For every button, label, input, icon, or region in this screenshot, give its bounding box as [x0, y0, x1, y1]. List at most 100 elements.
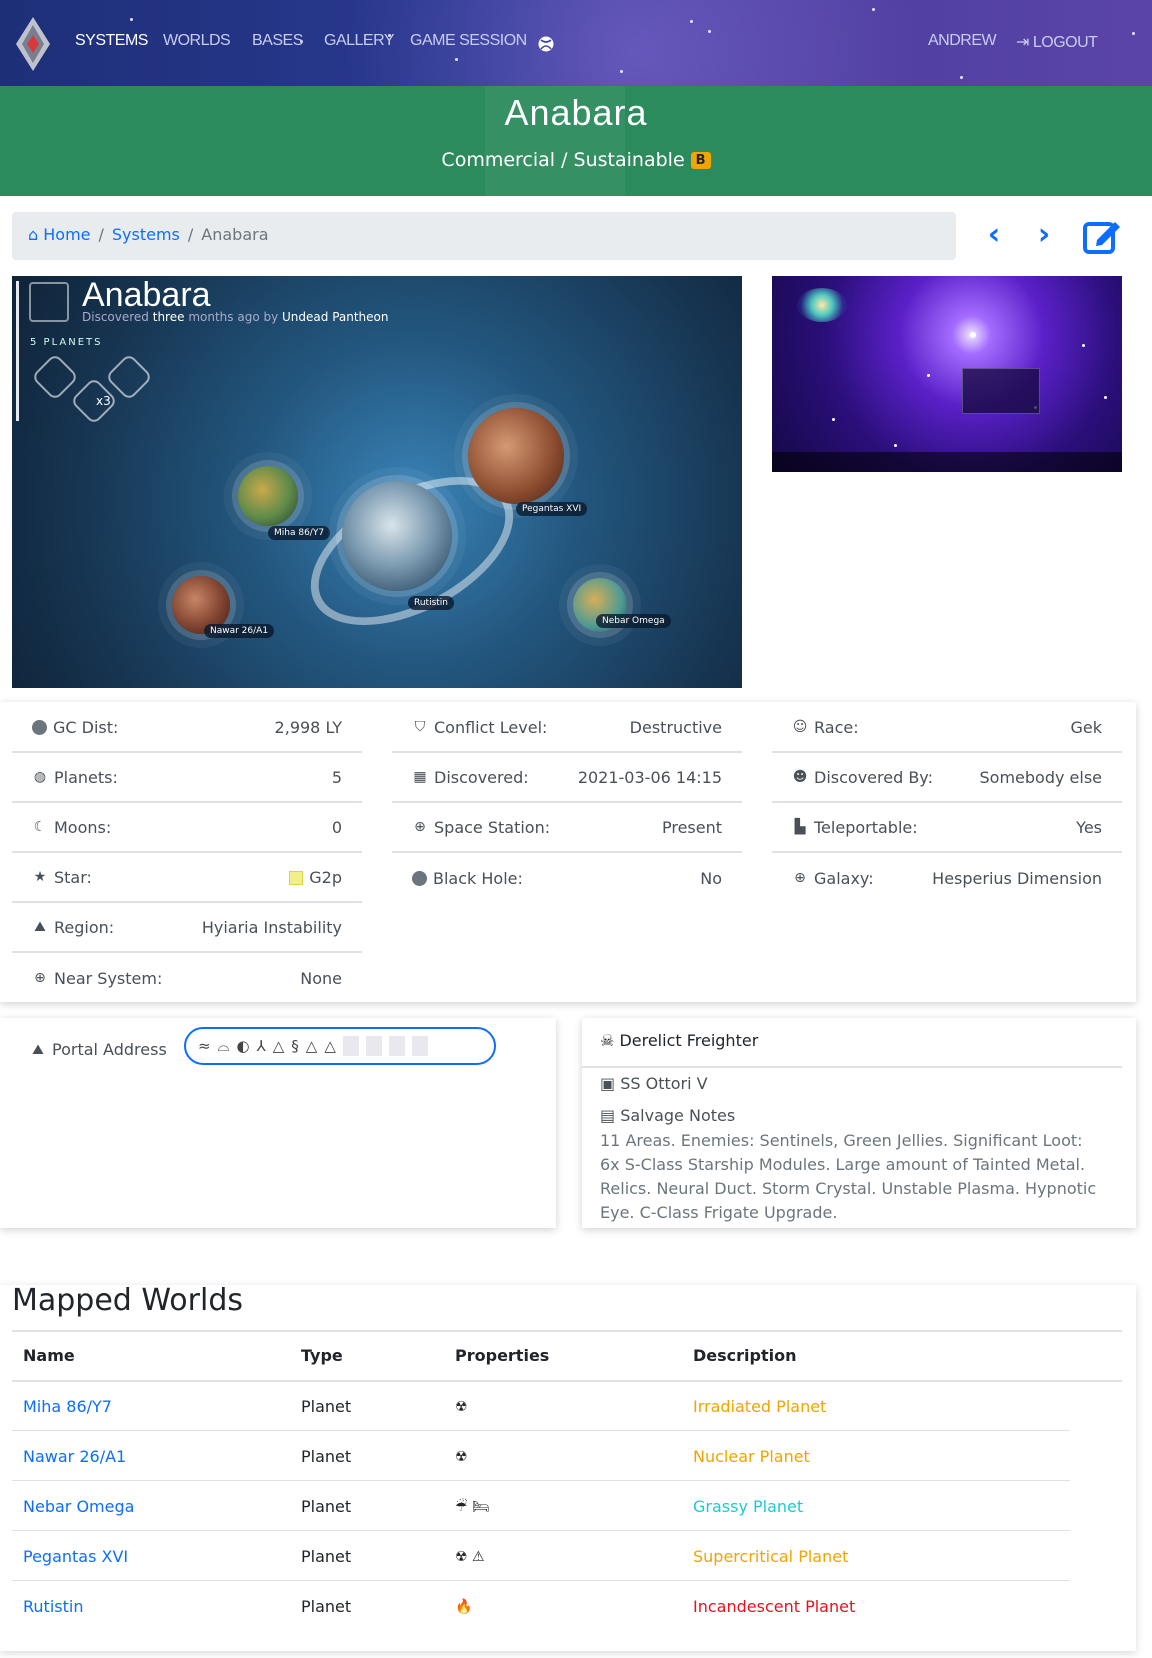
- col-type[interactable]: Type: [301, 1346, 343, 1365]
- world-link[interactable]: Miha 86/Y7: [23, 1397, 112, 1416]
- glyph-icon: ⌓: [217, 1037, 230, 1055]
- stat-value: 2,998 LY: [274, 717, 342, 737]
- world-link[interactable]: Nawar 26/A1: [23, 1447, 126, 1466]
- world-description: Incandescent Planet: [693, 1597, 856, 1616]
- star-icon: ★: [33, 869, 47, 885]
- glyph-icon: §: [291, 1037, 299, 1055]
- stat-region: ⛰ Region: Hyiaria Instability: [12, 903, 362, 953]
- glyph-icon: △: [305, 1037, 318, 1055]
- map-icon: ⛰: [32, 1041, 44, 1058]
- nav-systems[interactable]: SYSTEMS: [75, 32, 148, 50]
- portal-label-text: Portal Address: [52, 1040, 167, 1059]
- radiation-icon: ☢: [455, 1449, 468, 1465]
- system-screenshot[interactable]: Anabara Discovered three months ago by U…: [12, 276, 742, 688]
- clipboard-icon: ▤: [600, 1106, 621, 1125]
- glyph-icon: ◐: [236, 1037, 250, 1055]
- radiation-warning-icon: ☢ ⚠: [455, 1549, 485, 1565]
- hero-planet-count: 5 PLANETS: [30, 337, 103, 348]
- stat-value: 2021-03-06 14:15: [577, 767, 722, 787]
- stat-value: Gek: [1070, 717, 1102, 737]
- planet-label: Pegantas XVI: [516, 502, 588, 516]
- breadcrumb-systems[interactable]: Systems: [112, 225, 180, 244]
- stat-label: Near System:: [54, 968, 163, 988]
- stat-discovered-by: ☻ Discovered By: Somebody else: [772, 753, 1122, 803]
- radiation-icon: ☢: [455, 1399, 468, 1415]
- stat-near-system: ⊕ Near System: None: [12, 953, 362, 1003]
- stat-space-station: ⊕ Space Station: Present: [392, 803, 742, 853]
- logout-icon: ⇥: [1016, 34, 1033, 51]
- col-name[interactable]: Name: [23, 1346, 75, 1365]
- black-hole-icon: [412, 870, 427, 886]
- hero-discovered: Discovered three months ago by Undead Pa…: [82, 310, 389, 324]
- stat-planets: ◍ Planets: 5: [12, 753, 362, 803]
- world-link[interactable]: Pegantas XVI: [23, 1547, 128, 1566]
- next-system-icon[interactable]: ›: [1028, 218, 1060, 254]
- globe-icon: ◍: [33, 769, 47, 785]
- col-description[interactable]: Description: [693, 1346, 796, 1365]
- nav-worlds[interactable]: WORLDS: [163, 32, 231, 50]
- stat-label: Star:: [54, 867, 92, 887]
- galaxy-map-screenshot[interactable]: [772, 276, 1122, 472]
- skull-icon: ☠: [600, 1031, 620, 1050]
- breadcrumb-home[interactable]: ⌂ Home: [28, 225, 91, 244]
- user-outline-icon: ☺: [792, 719, 808, 735]
- stat-label: Space Station:: [434, 817, 551, 837]
- breadcrumb-home-label: Home: [43, 225, 91, 244]
- globe-icon: ⊕: [414, 819, 426, 835]
- globe-icon: ⊕: [34, 970, 46, 986]
- glyph-icon: △: [324, 1037, 336, 1055]
- logout-label: LOGOUT: [1032, 34, 1098, 51]
- stat-value: 0: [331, 817, 342, 837]
- stat-label: Planets:: [54, 767, 118, 787]
- stat-galaxy: ⊕ Galaxy: Hesperius Dimension: [772, 853, 1122, 903]
- nav-game-session[interactable]: GAME SESSION: [410, 32, 527, 50]
- stat-label: Discovered:: [434, 767, 529, 787]
- app-logo-icon[interactable]: [16, 17, 50, 71]
- stat-value: 5: [331, 767, 342, 787]
- col-properties[interactable]: Properties: [455, 1346, 549, 1365]
- stat-discovered: ▦ Discovered: 2021-03-06 14:15: [392, 753, 742, 803]
- planet-label: Nebar Omega: [596, 614, 671, 628]
- nav-user[interactable]: ANDREW: [928, 32, 997, 50]
- stat-label: Galaxy:: [814, 868, 874, 888]
- world-type: Planet: [301, 1397, 352, 1416]
- mapped-worlds-title: Mapped Worlds: [12, 1283, 243, 1318]
- stat-value: Yes: [1076, 817, 1102, 837]
- economy-tier-badge: B: [690, 152, 711, 169]
- xbox-icon[interactable]: [538, 36, 554, 52]
- previous-system-icon[interactable]: ‹: [978, 218, 1010, 254]
- stat-teleportable: ▙ Teleportable: Yes: [772, 803, 1122, 853]
- stat-moons: ☾ Moons: 0: [12, 803, 362, 853]
- stat-star: ★ Star: G2p: [12, 853, 362, 903]
- world-link[interactable]: Nebar Omega: [23, 1497, 134, 1516]
- salvage-notes: 11 Areas. Enemies: Sentinels, Green Jell…: [600, 1131, 1097, 1222]
- logout-link[interactable]: ⇥ LOGOUT: [1016, 32, 1098, 52]
- map-icon: ⛰: [34, 919, 46, 935]
- home-icon: ⌂: [28, 225, 44, 244]
- star-color-swatch: [289, 870, 304, 885]
- world-description: Irradiated Planet: [693, 1397, 827, 1416]
- stat-value: None: [300, 968, 342, 988]
- stat-value: Destructive: [629, 717, 722, 737]
- hidden-glyph-icon: [388, 1036, 405, 1056]
- hidden-glyph-icon: [411, 1036, 428, 1056]
- world-description: Grassy Planet: [693, 1497, 804, 1516]
- planet-label: Rutistin: [408, 596, 455, 610]
- freighter-name-text: SS Ottori V: [620, 1074, 708, 1093]
- biome-hex-icon: [104, 352, 154, 402]
- world-link[interactable]: Rutistin: [23, 1597, 83, 1616]
- nav-gallery[interactable]: GALLERY: [324, 32, 395, 50]
- biome-hex-icon: [30, 352, 80, 402]
- portal-address-glyphs[interactable]: ≈ ⌓ ◐ ⅄ △ § △ △: [184, 1027, 496, 1065]
- stat-label: Race:: [814, 717, 859, 737]
- nav-bases[interactable]: BASES: [252, 32, 303, 50]
- stat-value: Hyiaria Instability: [201, 917, 342, 937]
- glyph-icon: ≈: [198, 1037, 211, 1055]
- shield-icon: ⛉: [414, 719, 426, 735]
- stat-label: Moons:: [54, 817, 112, 837]
- stat-value: Hesperius Dimension: [932, 868, 1102, 888]
- portal-address-label: ⛰ Portal Address: [30, 1040, 167, 1059]
- gc-dist-icon: [32, 719, 47, 735]
- edit-icon[interactable]: [1083, 218, 1121, 254]
- planet-label: Miha 86/Y7: [268, 526, 331, 540]
